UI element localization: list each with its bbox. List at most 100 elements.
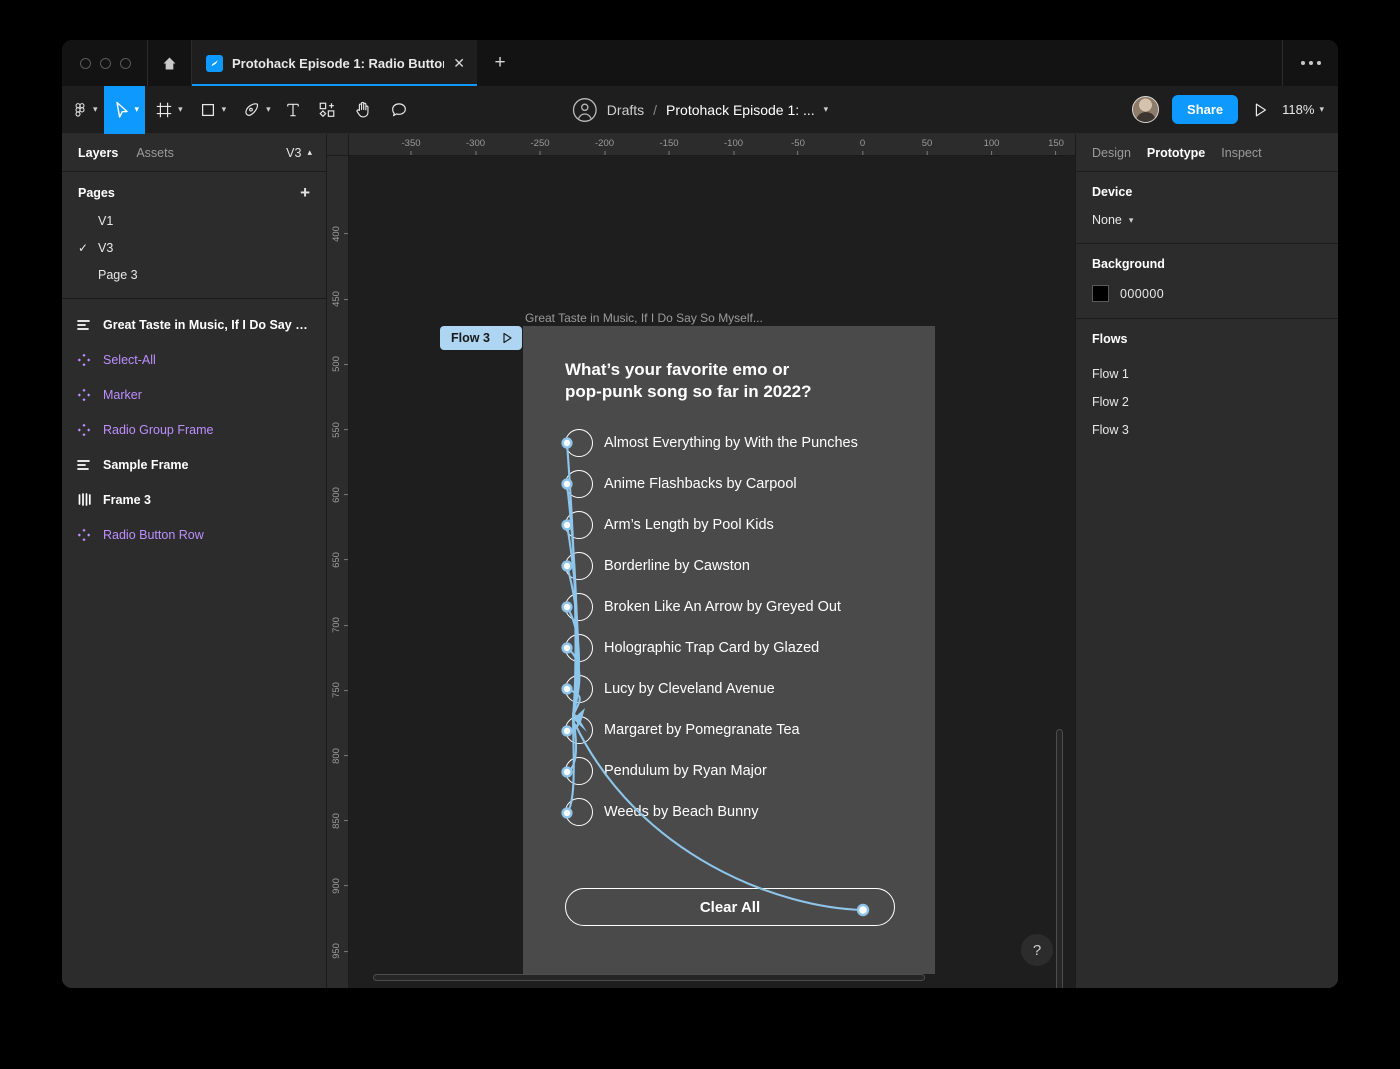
account-circle-icon[interactable] (572, 97, 598, 123)
figma-menu-button[interactable]: ▾ (62, 86, 104, 134)
radio-option-label: Pendulum by Ryan Major (604, 763, 767, 779)
flows-header: Flows (1092, 332, 1322, 346)
tab-inspect[interactable]: Inspect (1221, 146, 1261, 160)
radio-option-9[interactable]: Weeds by Beach Bunny (565, 798, 759, 826)
layer-item-label: Select-All (103, 353, 156, 367)
ruler-tick-h: -50 (791, 138, 805, 155)
radio-circle-icon[interactable] (565, 593, 593, 621)
artboard-title[interactable]: Great Taste in Music, If I Do Say So Mys… (525, 311, 763, 325)
hand-tool-button[interactable] (345, 86, 381, 134)
close-window-button[interactable] (80, 58, 91, 69)
layer-item-marker[interactable]: Marker (62, 377, 326, 412)
ruler-tick-h: 150 (1048, 138, 1064, 155)
color-swatch[interactable] (1092, 285, 1109, 302)
clear-all-button[interactable]: Clear All (565, 888, 895, 926)
breadcrumb-drafts[interactable]: Drafts (607, 102, 644, 118)
component-icon (76, 423, 92, 437)
radio-option-3[interactable]: Borderline by Cawston (565, 552, 750, 580)
text-tool-button[interactable] (277, 86, 309, 134)
check-icon: ✓ (78, 241, 98, 255)
page-item-v3[interactable]: ✓ V3 (62, 234, 326, 261)
radio-circle-icon[interactable] (565, 634, 593, 662)
title-bar: Protohack Episode 1: Radio Button Grou ✕… (62, 40, 1338, 86)
layer-item-great-taste[interactable]: Great Taste in Music, If I Do Say S... (62, 307, 326, 342)
radio-option-label: Margaret by Pomegranate Tea (604, 722, 800, 738)
radio-option-7[interactable]: Margaret by Pomegranate Tea (565, 716, 800, 744)
radio-circle-icon[interactable] (565, 675, 593, 703)
radio-option-2[interactable]: Arm’s Length by Pool Kids (565, 511, 774, 539)
play-icon[interactable] (1251, 101, 1269, 119)
layer-item-label: Sample Frame (103, 458, 188, 472)
move-tool-icon (114, 101, 130, 119)
page-selector[interactable]: V3 ▴ (286, 146, 312, 160)
device-select[interactable]: None ▾ (1092, 213, 1322, 227)
radio-option-label: Broken Like An Arrow by Greyed Out (604, 599, 841, 615)
comment-tool-button[interactable] (381, 86, 417, 134)
ruler-tick-v: 600 (331, 487, 348, 503)
radio-circle-icon[interactable] (565, 552, 593, 580)
components-button[interactable] (309, 86, 345, 134)
flow-item-2[interactable]: Flow 2 (1092, 388, 1322, 416)
breadcrumb-file-name[interactable]: Protohack Episode 1: ... (666, 102, 815, 118)
close-tab-icon[interactable]: ✕ (453, 56, 465, 70)
zoom-level-button[interactable]: 118% ▾ (1282, 102, 1324, 117)
minimize-window-button[interactable] (100, 58, 111, 69)
shape-tool-button[interactable]: ▾ (189, 86, 233, 134)
layer-item-select-all[interactable]: Select-All (62, 342, 326, 377)
share-button[interactable]: Share (1172, 95, 1238, 124)
ruler-tick-v: 950 (331, 943, 348, 959)
page-item-label: V3 (98, 241, 113, 255)
layer-item-sample-frame[interactable]: Sample Frame (62, 447, 326, 482)
layer-item-frame-3[interactable]: Frame 3 (62, 482, 326, 517)
home-button[interactable] (148, 40, 192, 86)
tab-layers[interactable]: Layers (78, 146, 118, 160)
tab-prototype[interactable]: Prototype (1147, 146, 1205, 160)
page-selector-value: V3 (286, 146, 301, 160)
radio-option-0[interactable]: Almost Everything by With the Punches (565, 429, 858, 457)
frame-tool-button[interactable]: ▾ (145, 86, 189, 134)
help-button[interactable]: ? (1021, 934, 1053, 966)
flow-starting-point-badge[interactable]: Flow 3 (440, 326, 522, 350)
new-tab-button[interactable]: + (477, 40, 523, 86)
background-hex-value[interactable]: 000000 (1120, 287, 1164, 301)
vertical-scrollbar[interactable] (1056, 729, 1063, 988)
radio-option-label: Lucy by Cleveland Avenue (604, 681, 775, 697)
page-item-v1[interactable]: V1 (62, 207, 326, 234)
figma-menu-icon (72, 102, 88, 118)
move-tool-button[interactable]: ▾ (104, 86, 146, 134)
add-page-button[interactable]: + (300, 184, 310, 201)
radio-option-4[interactable]: Broken Like An Arrow by Greyed Out (565, 593, 841, 621)
prototype-artboard[interactable]: What’s your favorite emo orpop-punk song… (523, 326, 935, 974)
canvas-area[interactable]: -350-300-250-200-150-100-50050100150 400… (327, 134, 1075, 988)
radio-circle-icon[interactable] (565, 511, 593, 539)
tab-design[interactable]: Design (1092, 146, 1131, 160)
background-color-row[interactable]: 000000 (1092, 285, 1322, 302)
design-canvas[interactable]: Great Taste in Music, If I Do Say So Mys… (349, 156, 1075, 988)
flow-item-1[interactable]: Flow 1 (1092, 360, 1322, 388)
avatar[interactable] (1132, 96, 1159, 123)
page-item-page-3[interactable]: Page 3 (62, 261, 326, 288)
layer-item-label: Radio Button Row (103, 528, 204, 542)
left-panel-tabs: Layers Assets V3 ▴ (62, 134, 326, 172)
flow-item-3[interactable]: Flow 3 (1092, 416, 1322, 444)
radio-option-1[interactable]: Anime Flashbacks by Carpool (565, 470, 797, 498)
radio-option-6[interactable]: Lucy by Cleveland Avenue (565, 675, 775, 703)
radio-circle-icon[interactable] (565, 470, 593, 498)
overflow-menu-button[interactable] (1282, 40, 1338, 86)
radio-circle-icon[interactable] (565, 716, 593, 744)
pen-tool-button[interactable]: ▾ (232, 86, 277, 134)
radio-circle-icon[interactable] (565, 429, 593, 457)
radio-option-8[interactable]: Pendulum by Ryan Major (565, 757, 767, 785)
radio-circle-icon[interactable] (565, 757, 593, 785)
horizontal-scrollbar[interactable] (373, 974, 925, 981)
ruler-tick-v: 400 (331, 226, 348, 242)
chevron-down-icon[interactable]: ▾ (824, 104, 829, 115)
tab-assets[interactable]: Assets (136, 146, 174, 160)
layer-item-radio-group-frame[interactable]: Radio Group Frame (62, 412, 326, 447)
radio-circle-icon[interactable] (565, 798, 593, 826)
layer-item-radio-button-row[interactable]: Radio Button Row (62, 517, 326, 552)
ruler-tick-h: 50 (922, 138, 933, 155)
radio-option-5[interactable]: Holographic Trap Card by Glazed (565, 634, 819, 662)
maximize-window-button[interactable] (120, 58, 131, 69)
file-tab[interactable]: Protohack Episode 1: Radio Button Grou ✕ (192, 40, 477, 86)
